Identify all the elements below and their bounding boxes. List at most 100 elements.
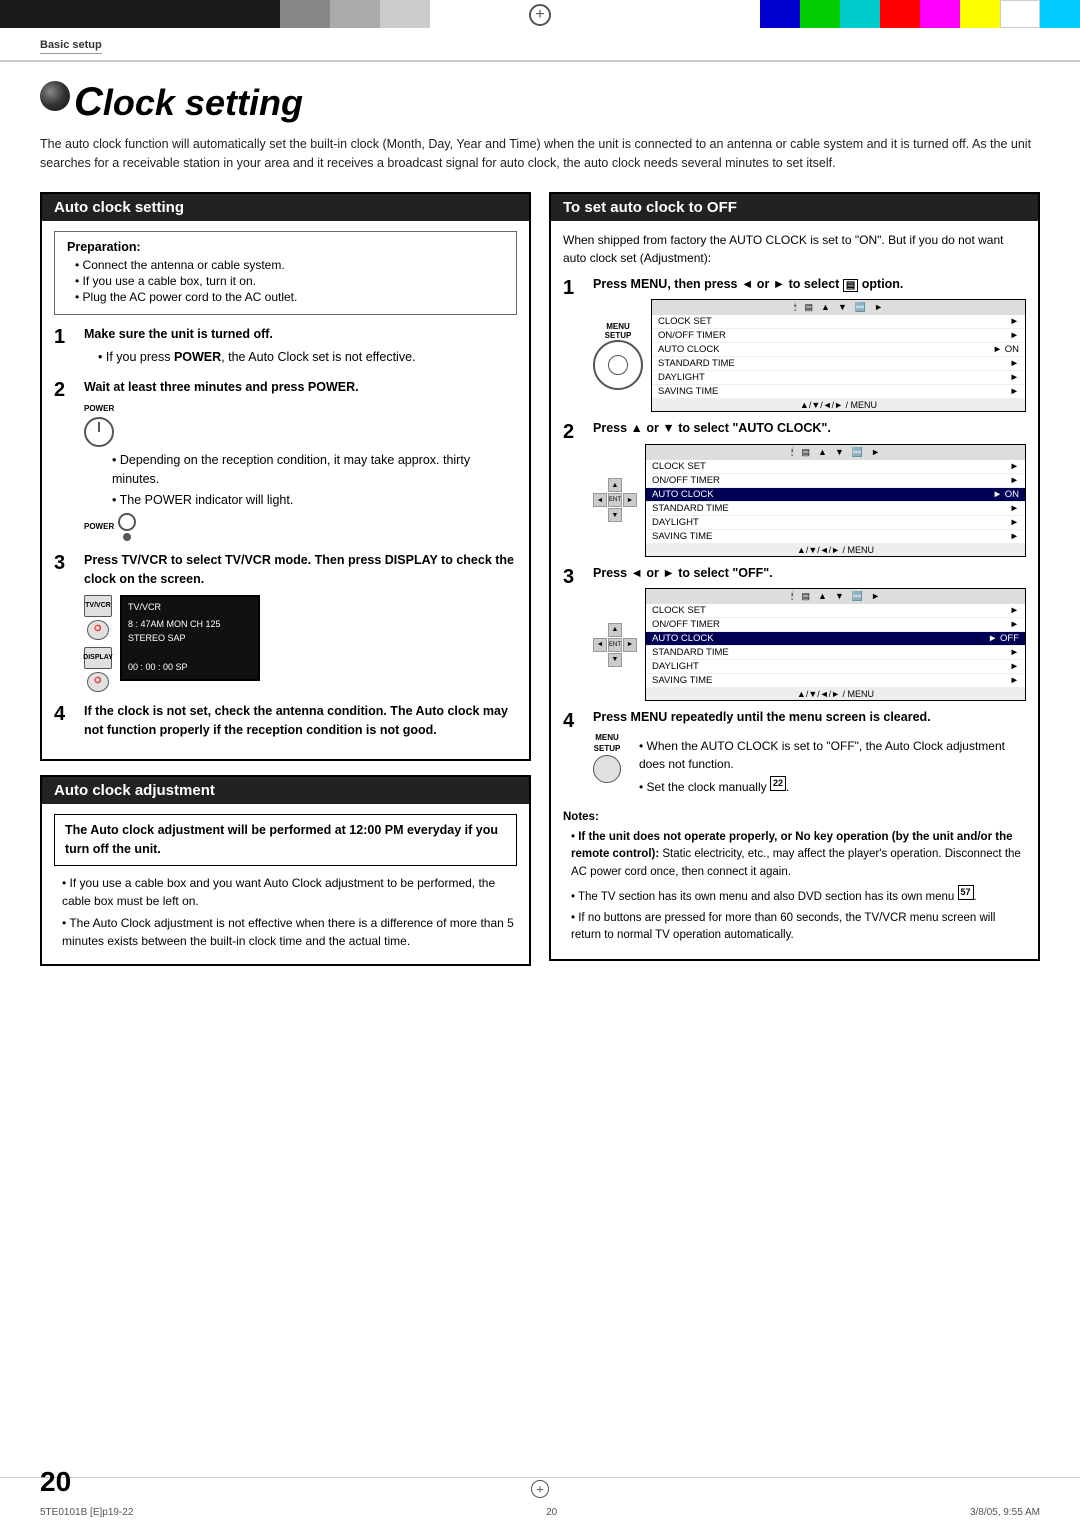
footer-right: 3/8/05, 9:55 AM [970, 1507, 1040, 1518]
onscreen-menu-2: 🕯▤▲▼🆕► CLOCK SET► ON/OFF TIMER► AUTO CLO… [645, 444, 1026, 557]
right-intro: When shipped from factory the AUTO CLOCK… [563, 231, 1026, 268]
right-step-2-number: 2 [563, 420, 583, 444]
color-gray2 [330, 0, 380, 28]
menu-button-1 [593, 340, 643, 390]
right-step-3-content: Press ◄ or ► to select "OFF". ▲ ◄ ENT ► [593, 565, 1026, 702]
right-step-4-number: 4 [563, 709, 583, 733]
menu-nav-3: ▲/▼/◄/► / MENU [646, 688, 1025, 700]
tv-buttons: TV/VCR ⭕ DISPLAY ⭕ [84, 595, 112, 692]
menu-nav-1: ▲/▼/◄/► / MENU [652, 399, 1025, 411]
step-2-sub-1: Depending on the reception condition, it… [112, 451, 517, 489]
preparation-label: Preparation: [67, 240, 504, 254]
enter-btn-2: ENT [608, 493, 622, 507]
prep-item-1: Connect the antenna or cable system. [75, 258, 504, 272]
color-bar-top [0, 0, 1080, 28]
right-step-3-number: 3 [563, 565, 583, 589]
menu2-saving-time: SAVING TIME► [646, 530, 1025, 544]
up-arrow-3: ▲ [608, 623, 622, 637]
prep-item-2: If you use a cable box, turn it on. [75, 274, 504, 288]
auto-clock-setting-body: Preparation: Connect the antenna or cabl… [42, 221, 529, 760]
auto-clock-adj-body: The Auto clock adjustment will be perfor… [42, 804, 529, 964]
preparation-box: Preparation: Connect the antenna or cabl… [54, 231, 517, 315]
menu2-auto-clock: AUTO CLOCK► ON [646, 488, 1025, 502]
step-2-content: Wait at least three minutes and press PO… [84, 378, 517, 541]
set-auto-clock-off-section: To set auto clock to OFF When shipped fr… [549, 192, 1040, 961]
menu-row-auto-clock-1: AUTO CLOCK► ON [652, 343, 1025, 357]
auto-clock-adj-title: Auto clock adjustment [42, 777, 529, 804]
intro-text: The auto clock function will automatical… [0, 135, 1080, 174]
power-button-diagram: POWER [84, 403, 517, 447]
color-mid [430, 0, 760, 28]
right-arrow-3: ► [623, 638, 637, 652]
enter-btn-3: ENT [608, 638, 622, 652]
menu3-onoff-timer: ON/OFF TIMER► [646, 618, 1025, 632]
menu-header-3: 🕯▤▲▼🆕► [646, 589, 1025, 604]
step-2-sub: Depending on the reception condition, it… [98, 451, 517, 509]
step-2-sub-2: The POWER indicator will light. [112, 491, 517, 510]
step-4-bullet-1: When the AUTO CLOCK is set to "OFF", the… [639, 737, 1026, 773]
menu-icon-3: ▲ [821, 302, 830, 313]
step-4-sub-content: When the AUTO CLOCK is set to "OFF", the… [629, 733, 1026, 799]
color-swatches [760, 0, 1080, 28]
menu-header-2: 🕯▤▲▼🆕► [646, 445, 1025, 460]
menu-button-inner-1 [608, 355, 628, 375]
right-step-3: 3 Press ◄ or ► to select "OFF". ▲ ◄ ENT [563, 565, 1026, 702]
step-2-text: Wait at least three minutes and press PO… [84, 380, 359, 394]
swatch-cyan [840, 0, 880, 28]
down-arrow-2: ▼ [608, 508, 622, 522]
step-3: 3 Press TV/VCR to select TV/VCR mode. Th… [54, 551, 517, 692]
step-1-text: Make sure the unit is turned off. [84, 327, 273, 341]
tv-screen: TV/VCR 8 : 47AM MON CH 125 STEREO SAP [120, 595, 260, 681]
right-step-4-content: Press MENU repeatedly until the menu scr… [593, 709, 1026, 799]
menu-icon-5: 🆕 [855, 302, 866, 313]
menu-icon-6: ► [874, 302, 883, 313]
main-content: Auto clock setting Preparation: Connect … [0, 192, 1080, 966]
swatch-lightblue [1040, 0, 1080, 28]
power-icon [84, 417, 114, 447]
step-3-content: Press TV/VCR to select TV/VCR mode. Then… [84, 551, 517, 692]
tv-vcr-icon: ⭕ [87, 620, 109, 640]
menu2-onoff-timer: ON/OFF TIMER► [646, 474, 1025, 488]
menu3-standard-time: STANDARD TIME► [646, 646, 1025, 660]
menu-row-saving-time-1: SAVING TIME► [652, 385, 1025, 399]
title-prefix: C [74, 80, 103, 125]
tv-line3: STEREO SAP [128, 632, 252, 646]
menu3-daylight: DAYLIGHT► [646, 660, 1025, 674]
note-2: The TV section has its own menu and also… [571, 885, 1026, 906]
swatch-blue [760, 0, 800, 28]
header: Basic setup [0, 28, 1080, 62]
right-step-3-menu: 🕯▤▲▼🆕► CLOCK SET► ON/OFF TIMER► AUTO CLO… [645, 588, 1026, 701]
page-title-area: Clock setting [0, 62, 1080, 135]
right-step-2-menu: 🕯▤▲▼🆕► CLOCK SET► ON/OFF TIMER► AUTO CLO… [645, 444, 1026, 557]
prep-item-3: Plug the AC power cord to the AC outlet. [75, 290, 504, 304]
menu-nav-2: ▲/▼/◄/► / MENU [646, 544, 1025, 556]
tv-line4: 00 : 00 : 00 SP [128, 661, 252, 675]
step-1-content: Make sure the unit is turned off. If you… [84, 325, 517, 369]
menu-icon-4: ▼ [838, 302, 847, 313]
up-arrow-2: ▲ [608, 478, 622, 492]
menu2-daylight: DAYLIGHT► [646, 516, 1025, 530]
footer-center: 20 [546, 1507, 557, 1518]
left-arrow-2: ◄ [593, 493, 607, 507]
auto-clock-adj-section: Auto clock adjustment The Auto clock adj… [40, 775, 531, 966]
tv-vcr-button: TV/VCR [84, 595, 112, 617]
set-auto-clock-off-title: To set auto clock to OFF [551, 194, 1038, 221]
adj-bullets: If you use a cable box and you want Auto… [54, 874, 517, 950]
color-gray3 [380, 0, 430, 28]
right-step-2-diagram: ▲ ◄ ENT ► ▼ [593, 444, 1026, 557]
left-column: Auto clock setting Preparation: Connect … [40, 192, 531, 966]
footer: 5TE0101B [E]p19-22 20 3/8/05, 9:55 AM [0, 1507, 1080, 1518]
basic-setup-label: Basic setup [40, 39, 102, 54]
left-arrow-3: ◄ [593, 638, 607, 652]
right-step-1-text: Press MENU, then press ◄ or ► to select … [593, 276, 1026, 294]
right-step-4-text: Press MENU repeatedly until the menu scr… [593, 709, 1026, 727]
crosshair-bottom [531, 1480, 549, 1498]
adj-bullet-2: The Auto Clock adjustment is not effecti… [62, 914, 517, 950]
color-black [0, 0, 280, 28]
clock-ref: 22 [770, 776, 786, 792]
menu3-saving-time: SAVING TIME► [646, 674, 1025, 688]
step-3-text: Press TV/VCR to select TV/VCR mode. Then… [84, 553, 514, 586]
menu3-auto-clock: AUTO CLOCK► OFF [646, 632, 1025, 646]
page-number: 20 [40, 1466, 71, 1498]
tv-line1: TV/VCR [128, 601, 252, 615]
